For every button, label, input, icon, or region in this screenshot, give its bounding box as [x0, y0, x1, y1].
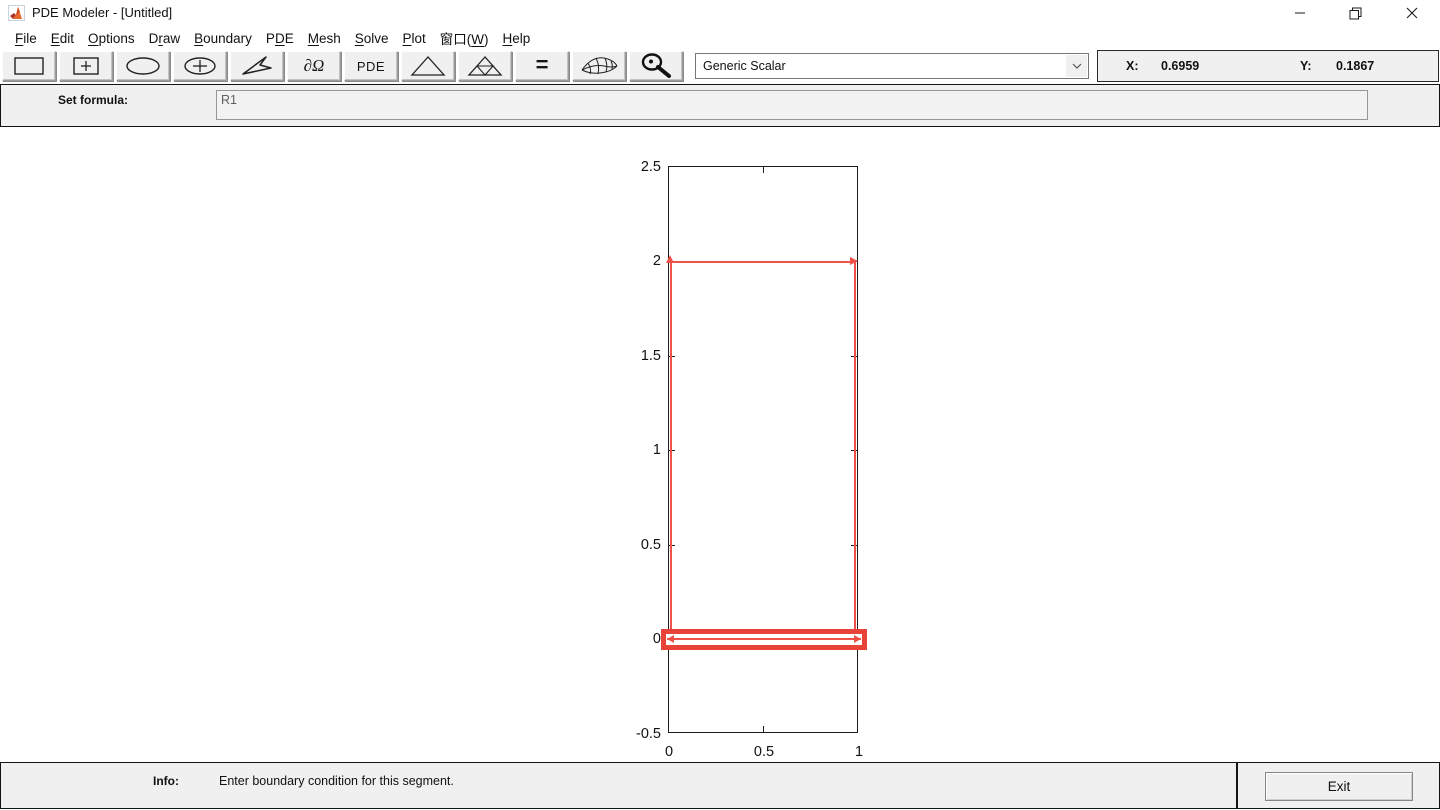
- surface-plot-3d-icon: [578, 52, 620, 80]
- menu-help[interactable]: Help: [496, 28, 538, 49]
- draw-ellipse-button[interactable]: [116, 51, 170, 81]
- y-coord-label: Y:: [1300, 59, 1312, 73]
- pde-mode-button[interactable]: PDE: [344, 51, 398, 81]
- x-coord-value: 0.6959: [1161, 59, 1199, 73]
- menu-edit[interactable]: Edit: [44, 28, 81, 49]
- chevron-down-icon[interactable]: [1066, 55, 1087, 77]
- set-formula-label: Set formula:: [58, 93, 128, 107]
- tick: [763, 726, 764, 732]
- menu-boundary[interactable]: Boundary: [187, 28, 259, 49]
- restore-button[interactable]: [1333, 0, 1377, 26]
- menu-draw[interactable]: Draw: [142, 28, 188, 49]
- ellipse-icon: [123, 53, 163, 79]
- solve-button[interactable]: =: [515, 51, 569, 81]
- exit-button[interactable]: Exit: [1265, 772, 1413, 801]
- menu-file[interactable]: File: [8, 28, 44, 49]
- x-tick-label: 0: [649, 744, 689, 760]
- zoom-button[interactable]: [629, 51, 683, 81]
- x-tick-label: 1: [839, 744, 879, 760]
- window-title: PDE Modeler - [Untitled]: [32, 5, 172, 20]
- pde-text-icon: PDE: [357, 59, 385, 74]
- toolbar: ∂Ω PDE = Generi: [0, 50, 1440, 84]
- exit-panel: Exit: [1237, 762, 1440, 809]
- draw-rectangle-center-button[interactable]: [59, 51, 113, 81]
- rectangle-icon: [9, 53, 49, 79]
- boundary-mode-button[interactable]: ∂Ω: [287, 51, 341, 81]
- mesh-triangle-icon: [408, 53, 448, 79]
- draw-ellipse-center-button[interactable]: [173, 51, 227, 81]
- plot-type-value: Generic Scalar: [703, 59, 786, 73]
- boundary-arrow-right-icon: [854, 635, 861, 643]
- y-tick-label: 1: [621, 442, 661, 458]
- menu-mesh[interactable]: Mesh: [301, 28, 348, 49]
- info-panel: Info: Enter boundary condition for this …: [0, 762, 1237, 809]
- menu-pde[interactable]: PDE: [259, 28, 301, 49]
- rectangle-center-icon: [66, 53, 106, 79]
- refine-mesh-button[interactable]: [458, 51, 512, 81]
- plot-axes[interactable]: 2.5 2 1.5 1 0.5 0 -0.5 0 0.5 1: [668, 166, 858, 733]
- set-formula-row: Set formula:: [0, 84, 1440, 127]
- equals-icon: =: [536, 52, 549, 78]
- set-formula-input[interactable]: [216, 90, 1368, 120]
- y-tick-label: 0: [621, 631, 661, 647]
- zoom-icon: [638, 52, 674, 80]
- y-coord-value: 0.1867: [1336, 59, 1374, 73]
- geometry-rectangle-r1[interactable]: [670, 261, 856, 640]
- menu-options[interactable]: Options: [81, 28, 142, 49]
- y-tick-label: 2.5: [621, 159, 661, 175]
- info-label: Info:: [153, 774, 179, 788]
- refine-mesh-icon: [465, 53, 505, 79]
- plot-type-select[interactable]: Generic Scalar: [695, 53, 1089, 79]
- pde-modeler-window: PDE Modeler - [Untitled] File Edit Optio…: [0, 0, 1440, 810]
- menu-bar: File Edit Options Draw Boundary PDE Mesh…: [0, 26, 1440, 50]
- close-button[interactable]: [1390, 0, 1434, 26]
- matlab-logo-icon: [8, 5, 25, 21]
- boundary-arrow-right-icon: [850, 257, 858, 265]
- y-tick-label: -0.5: [621, 726, 661, 742]
- x-coord-label: X:: [1126, 59, 1139, 73]
- menu-window[interactable]: 窗口(W): [433, 25, 496, 51]
- ellipse-center-icon: [180, 53, 220, 79]
- boundary-arrow-left-icon: [667, 635, 674, 643]
- boundary-arrow-up-icon: [666, 255, 674, 263]
- polygon-icon: [237, 53, 277, 79]
- boundary-line: [667, 638, 861, 640]
- draw-rectangle-button[interactable]: [2, 51, 56, 81]
- y-tick-label: 0.5: [621, 537, 661, 553]
- plot-3d-button[interactable]: [572, 51, 626, 81]
- y-tick-label: 1.5: [621, 348, 661, 364]
- selected-boundary-segment[interactable]: [661, 629, 867, 650]
- title-bar: PDE Modeler - [Untitled]: [0, 0, 1440, 26]
- minimize-button[interactable]: [1278, 0, 1322, 26]
- tick: [763, 167, 764, 173]
- draw-polygon-button[interactable]: [230, 51, 284, 81]
- x-tick-label: 0.5: [744, 744, 784, 760]
- coordinate-readout-panel: X: 0.6959 Y: 0.1867: [1097, 50, 1439, 82]
- mesh-button[interactable]: [401, 51, 455, 81]
- info-message: Enter boundary condition for this segmen…: [219, 774, 454, 788]
- menu-plot[interactable]: Plot: [396, 28, 433, 49]
- boundary-omega-icon: ∂Ω: [304, 56, 325, 76]
- y-tick-label: 2: [621, 253, 661, 269]
- plot-canvas[interactable]: 2.5 2 1.5 1 0.5 0 -0.5 0 0.5 1: [0, 127, 1440, 762]
- menu-solve[interactable]: Solve: [348, 28, 396, 49]
